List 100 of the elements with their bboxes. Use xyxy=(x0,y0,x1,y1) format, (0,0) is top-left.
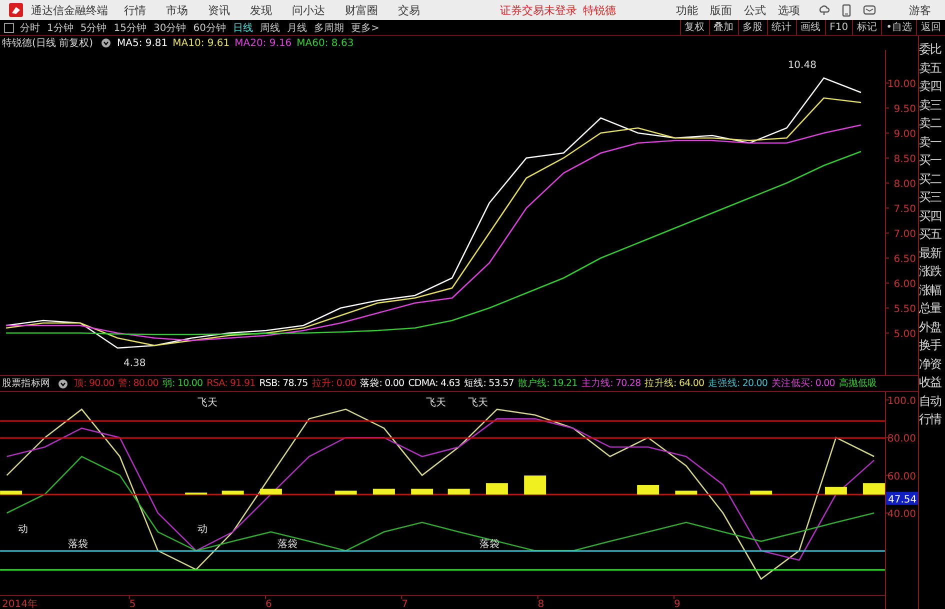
period-tab[interactable]: 分时 xyxy=(20,20,40,34)
side-tab[interactable]: 行情 xyxy=(919,410,945,428)
side-tab[interactable]: 收益 xyxy=(919,373,945,392)
legend-value: 落袋: 0.00 xyxy=(360,377,404,390)
legend-value: MA20: 9.16 xyxy=(234,38,292,48)
period-tab[interactable]: 日线 xyxy=(232,20,253,34)
axis-label: 7.00 xyxy=(894,229,916,240)
legend-value: 拉升: 0.00 xyxy=(312,377,356,390)
axis-label: 10.00 xyxy=(887,79,916,90)
user-name[interactable]: 游客 xyxy=(909,2,931,18)
legend-value: 弱: 10.00 xyxy=(162,377,203,390)
menu-item[interactable]: 财富圈 xyxy=(345,2,378,18)
layout-icon[interactable] xyxy=(4,22,14,32)
axis-label: 9.50 xyxy=(894,104,916,115)
login-status[interactable]: 证券交易未登录 xyxy=(500,2,577,18)
chart-title: 股票指标网 xyxy=(2,377,50,390)
axis-label: 7 xyxy=(402,599,408,609)
side-tab[interactable]: 卖三 xyxy=(919,96,945,114)
axis-label: 40.00 xyxy=(887,509,916,520)
toolbar-button[interactable]: 统计 xyxy=(766,20,796,35)
menu-item[interactable]: 公式 xyxy=(744,2,766,18)
axis-label: 8.00 xyxy=(894,179,916,190)
period-tab[interactable]: 5分钟 xyxy=(80,20,107,34)
period-tab[interactable]: 多周期 xyxy=(314,20,344,34)
cloud-icon[interactable] xyxy=(818,4,830,16)
legend-value: MA10: 9.61 xyxy=(172,38,230,48)
menu-item[interactable]: 选项 xyxy=(778,2,800,18)
mail-icon[interactable] xyxy=(863,5,876,15)
toolbar-button[interactable]: 多股 xyxy=(738,20,767,35)
period-tab[interactable]: 1分钟 xyxy=(47,20,74,34)
side-tab[interactable]: 净资 xyxy=(919,354,945,373)
phone-icon[interactable] xyxy=(842,4,851,16)
side-tab[interactable]: 买五 xyxy=(919,225,945,244)
axis-label: 5.00 xyxy=(894,329,916,340)
signal-label: 落袋 xyxy=(277,538,298,550)
axis-label: 80.00 xyxy=(887,434,916,445)
axis-label: 6.50 xyxy=(894,254,916,265)
side-tab[interactable]: 买四 xyxy=(919,206,945,225)
signal-label: 落袋 xyxy=(480,538,500,550)
toolbar-button[interactable]: F10 xyxy=(824,20,852,35)
axis-label: 9 xyxy=(674,599,680,609)
axis-label: 6 xyxy=(266,599,272,609)
axis-label: 8.50 xyxy=(894,154,916,165)
axis-label: 9.00 xyxy=(894,129,916,140)
legend-value: 关注低买: 0.00 xyxy=(772,377,835,390)
side-tab[interactable]: 换手 xyxy=(919,336,945,354)
side-tab[interactable]: 涨幅 xyxy=(919,280,945,299)
legend-value: RSB: 78.75 xyxy=(259,378,308,389)
chart-title: 特锐德(日线 前复权) xyxy=(2,36,93,50)
menu-item[interactable]: 功能 xyxy=(676,2,698,18)
toolbar-button[interactable]: 标记 xyxy=(852,20,882,35)
side-tab[interactable]: 买一 xyxy=(919,151,945,170)
side-tab[interactable]: 买二 xyxy=(919,170,945,188)
signal-label: 飞天 xyxy=(197,398,218,409)
toolbar-button[interactable]: 叠加 xyxy=(708,20,738,35)
side-tab[interactable]: 买三 xyxy=(919,188,945,206)
signal-label: 飞天 xyxy=(426,398,446,409)
axis-label: 8 xyxy=(538,599,544,609)
toolbar-button[interactable]: 复权 xyxy=(680,20,709,35)
menu-item[interactable]: 版面 xyxy=(710,2,732,18)
period-tab[interactable]: 15分钟 xyxy=(114,20,146,34)
legend-value: 顶: 90.00 xyxy=(74,377,114,390)
menu-item[interactable]: 行情 xyxy=(124,2,146,18)
period-tab[interactable]: 更多> xyxy=(350,20,380,34)
menu-item[interactable]: 市场 xyxy=(166,2,188,18)
side-tab[interactable]: 委比 xyxy=(919,40,945,58)
period-tab[interactable]: 月线 xyxy=(286,20,307,34)
menu-item[interactable]: 问小达 xyxy=(292,2,325,18)
legend-value: MA5: 9.81 xyxy=(116,38,168,48)
axis-label: 100.0 xyxy=(887,396,916,407)
toolbar-button[interactable]: 画线 xyxy=(796,20,825,35)
side-tab[interactable]: 卖四 xyxy=(919,77,945,96)
side-tab[interactable]: 涨跌 xyxy=(919,262,945,280)
toolbar-button[interactable]: •自选 xyxy=(881,20,916,35)
period-tab[interactable]: 60分钟 xyxy=(193,20,226,34)
side-tab[interactable]: 总量 xyxy=(919,299,945,318)
menu-item[interactable]: 发现 xyxy=(250,2,272,18)
signal-label: 落袋 xyxy=(68,538,88,550)
toolbar-button[interactable]: 返回 xyxy=(916,20,945,35)
legend-value: 拉升线: 64.00 xyxy=(644,377,704,390)
side-tab[interactable]: 自动 xyxy=(919,392,945,410)
signal-label: 动 xyxy=(18,524,28,535)
legend-value: MA60: 8.63 xyxy=(296,38,354,48)
stock-name: 特锐德 xyxy=(583,2,616,18)
axis-label: 7.50 xyxy=(894,204,916,215)
period-tab[interactable]: 30分钟 xyxy=(153,20,186,34)
menu-item[interactable]: 资讯 xyxy=(208,2,230,18)
side-tab[interactable]: 卖五 xyxy=(919,58,945,77)
app-logo-icon xyxy=(9,3,23,17)
side-tab[interactable]: 最新 xyxy=(919,244,945,262)
side-tab[interactable]: 卖二 xyxy=(919,114,945,132)
period-tab[interactable]: 周线 xyxy=(260,20,280,34)
legend-value: 短线: 53.57 xyxy=(464,377,514,390)
side-tab[interactable]: 外盘 xyxy=(919,318,945,336)
legend-value: CDMA: 4.63 xyxy=(408,378,460,389)
axis-label: 2014年 xyxy=(2,599,38,609)
axis-label: 5.50 xyxy=(894,304,916,315)
menu-item[interactable]: 交易 xyxy=(398,2,420,18)
current-value-badge: 47.54 xyxy=(886,492,918,506)
side-tab[interactable]: 卖一 xyxy=(919,132,945,151)
